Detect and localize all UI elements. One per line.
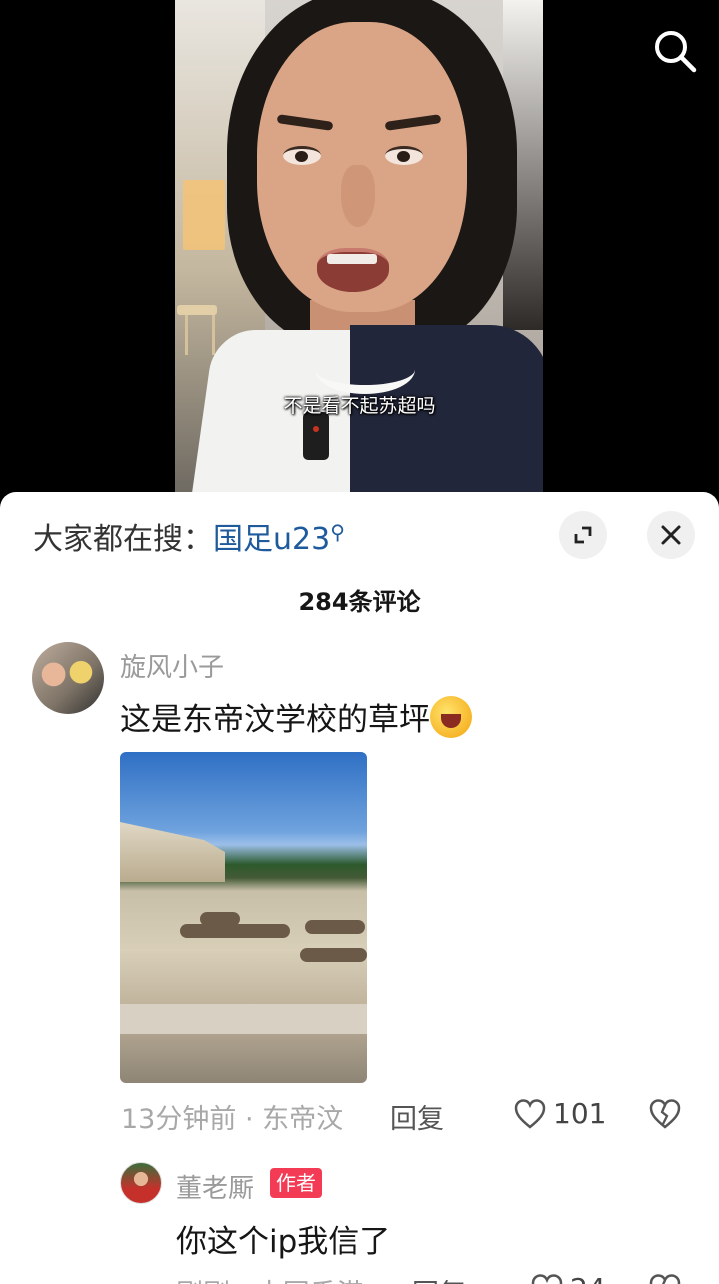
author-badge: 作者	[270, 1168, 322, 1198]
hot-search-prefix: 大家都在搜：	[33, 522, 213, 557]
like-button[interactable]	[530, 1272, 564, 1284]
comment-sheet: 大家都在搜：国足u23⚲ 284条评论 旋风小子 这是东帝汶学校的草坪 13分钟…	[0, 492, 719, 1284]
comment-image[interactable]	[120, 752, 367, 1083]
comment-text-content: 这是东帝汶学校的草坪	[120, 702, 430, 738]
comment-username[interactable]: 董老厮	[176, 1168, 254, 1205]
laughing-crying-emoji-icon	[430, 696, 472, 738]
heart-icon[interactable]	[513, 1097, 547, 1131]
search-icon[interactable]	[652, 28, 698, 74]
comment-count: 284条评论	[298, 588, 421, 616]
reply-button[interactable]: 回复	[390, 1097, 444, 1136]
dislike-button[interactable]	[648, 1272, 682, 1284]
video-player[interactable]: 不是看不起苏超吗	[0, 0, 719, 510]
close-icon[interactable]	[647, 511, 695, 559]
magnifier-icon: ⚲	[330, 520, 345, 544]
comment-time-location: 13分钟前 · 东帝汶	[121, 1104, 344, 1135]
dislike-heart-icon[interactable]	[648, 1097, 682, 1131]
person-mouth	[317, 248, 389, 292]
comment-text: 这是东帝汶学校的草坪	[120, 694, 472, 739]
heart-icon[interactable]	[530, 1272, 564, 1284]
hot-search-keyword[interactable]: 国足u23	[213, 522, 330, 557]
expand-icon[interactable]	[559, 511, 607, 559]
avatar[interactable]	[120, 1162, 162, 1204]
like-count: 24	[570, 1272, 606, 1284]
video-frame	[175, 0, 543, 492]
avatar[interactable]	[32, 642, 104, 714]
comment-time-location: 刚刚 · 中国香港	[176, 1272, 364, 1284]
video-subtitle: 不是看不起苏超吗	[283, 395, 436, 417]
like-button[interactable]	[513, 1097, 547, 1135]
reply-button[interactable]: 回复	[412, 1272, 466, 1284]
hot-search-bar[interactable]: 大家都在搜：国足u23⚲	[33, 514, 345, 558]
expand-button[interactable]	[559, 511, 607, 559]
like-count: 101	[553, 1097, 607, 1130]
close-button[interactable]	[647, 511, 695, 559]
comment-username[interactable]: 旋风小子	[120, 647, 224, 684]
dislike-button[interactable]	[648, 1097, 682, 1135]
dislike-heart-icon[interactable]	[648, 1272, 682, 1284]
search-button[interactable]	[652, 28, 698, 74]
lapel-microphone	[303, 412, 329, 460]
comment-text: 你这个ip我信了	[176, 1224, 391, 1260]
